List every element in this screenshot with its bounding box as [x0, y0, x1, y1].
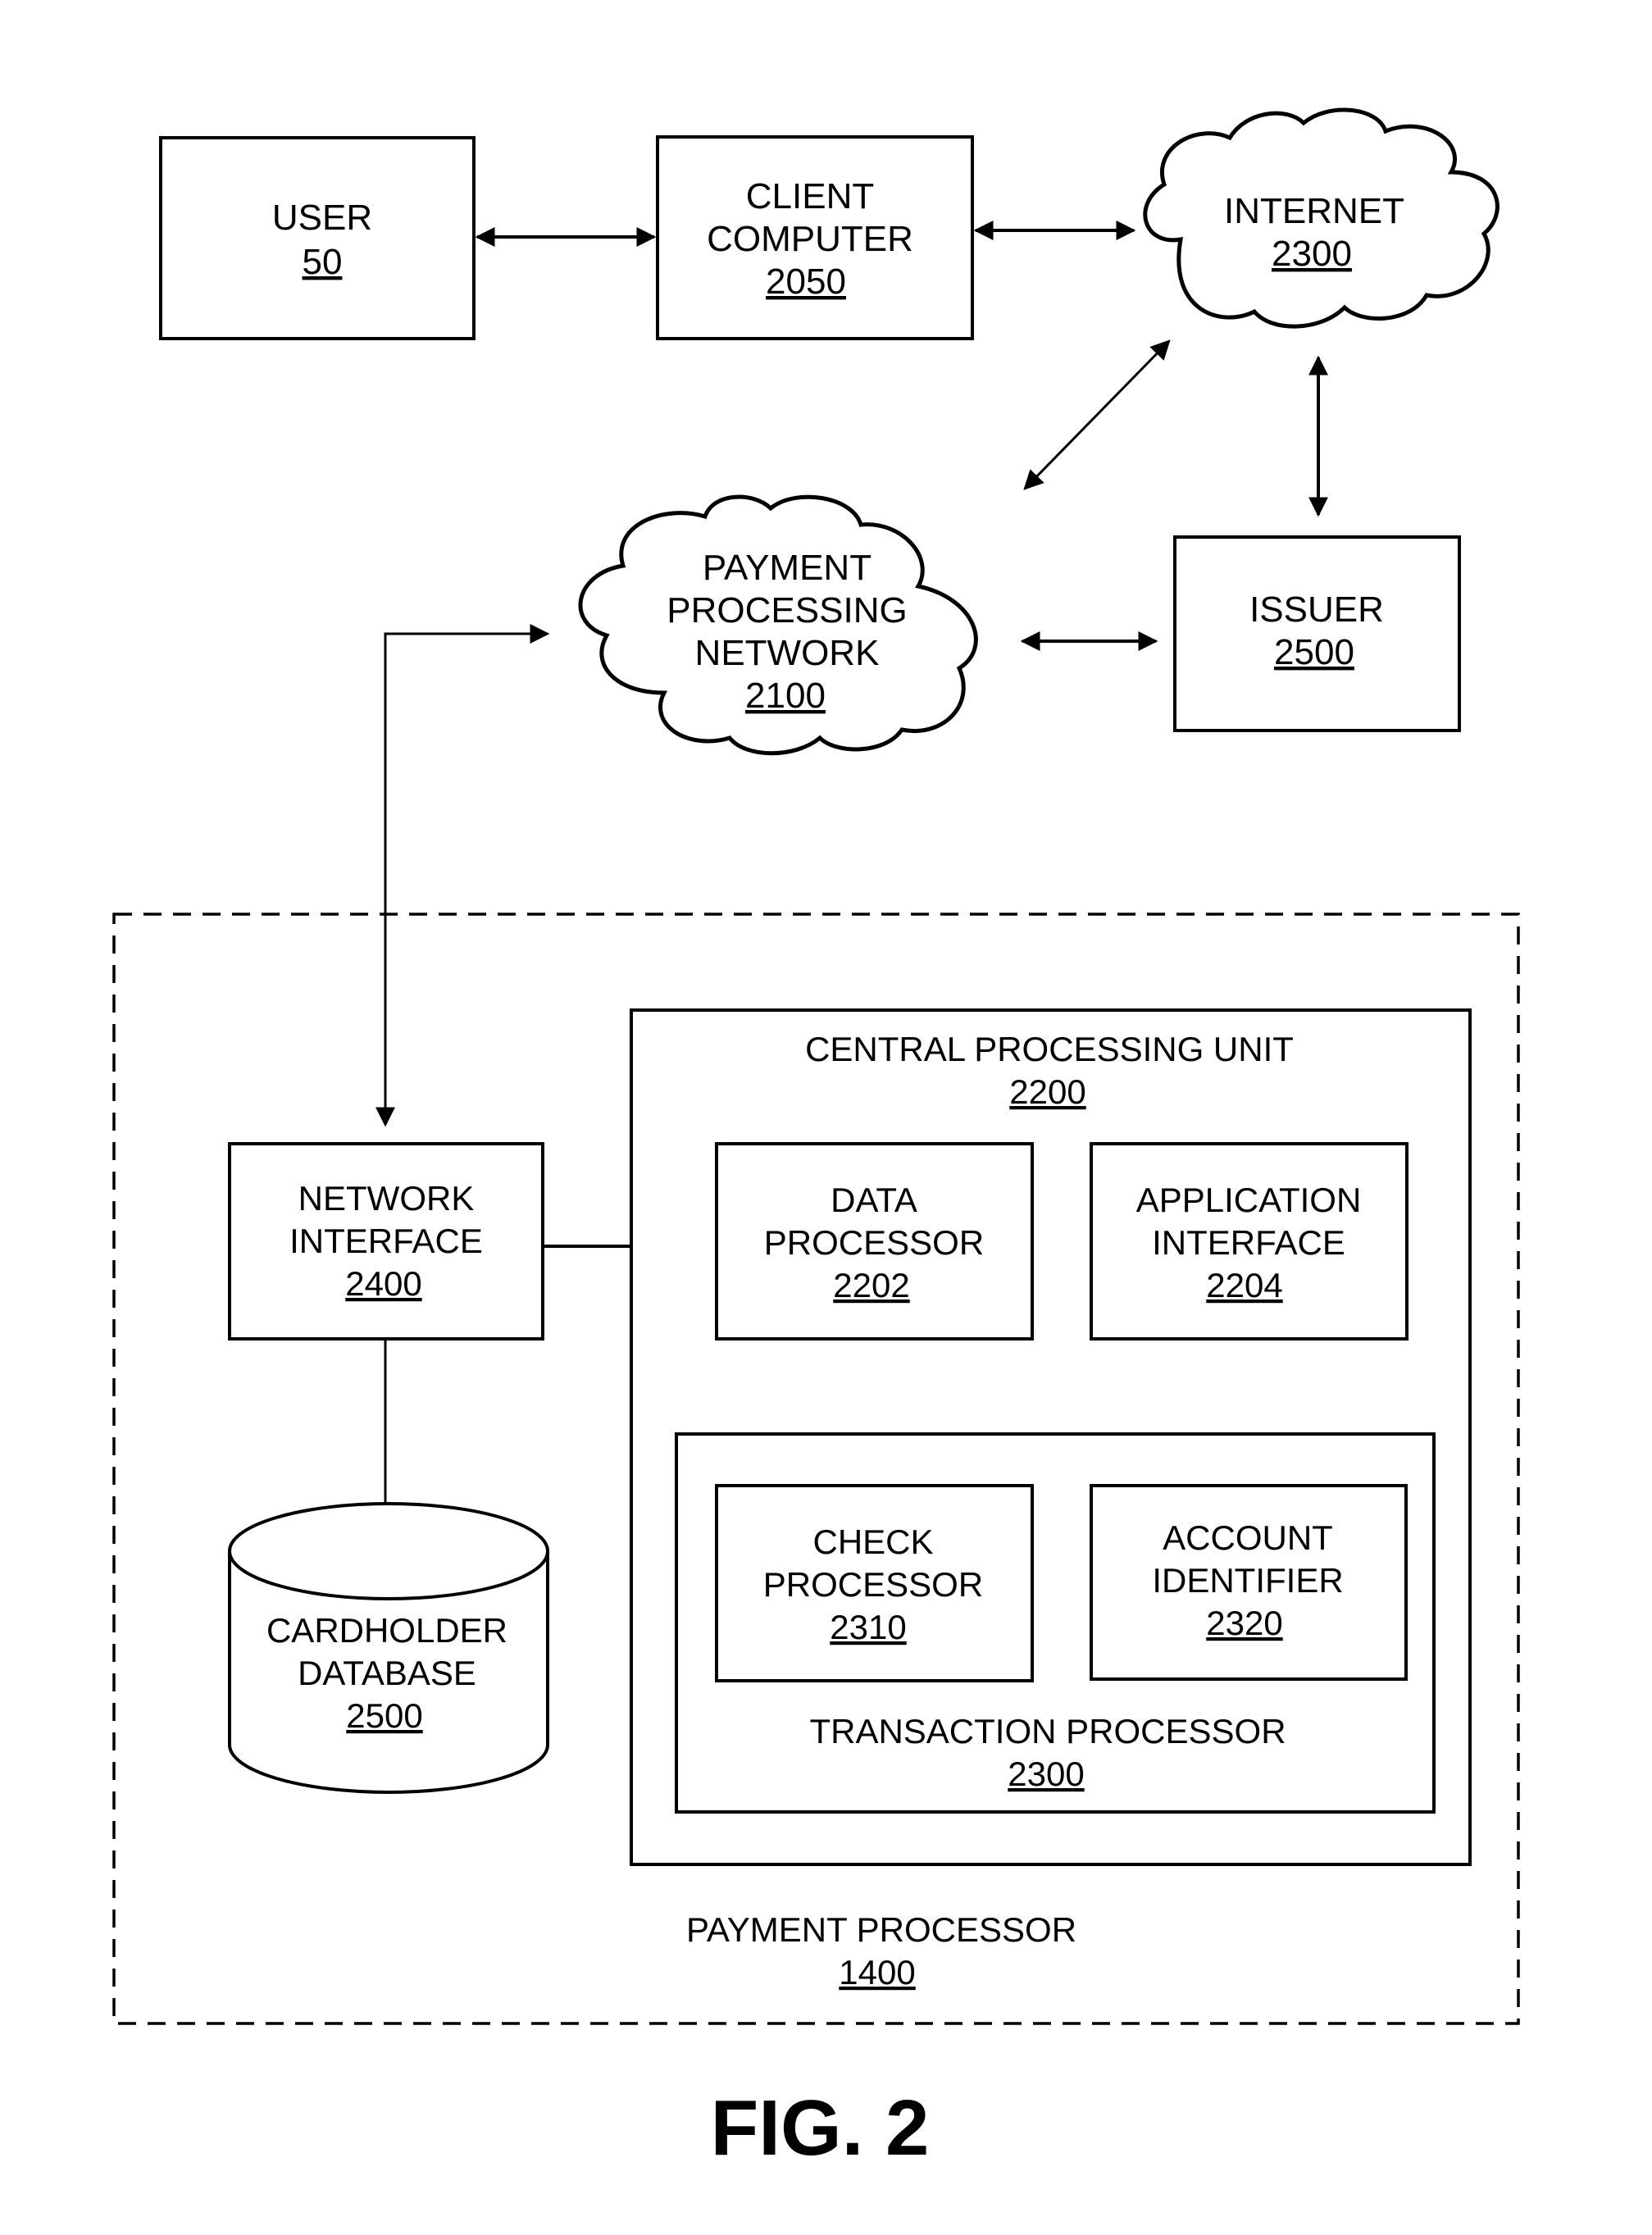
- payment-network-label-2: PROCESSING: [667, 590, 907, 630]
- check-processor-label-2: PROCESSOR: [763, 1565, 983, 1604]
- payment-processing-network-cloud: PAYMENT PROCESSING NETWORK 2100: [578, 494, 978, 756]
- client-computer-node: CLIENT COMPUTER 2050: [656, 135, 974, 340]
- cpu-label: CENTRAL PROCESSING UNIT: [805, 1030, 1294, 1068]
- data-processor-label-2: PROCESSOR: [764, 1223, 984, 1262]
- user-node: USER 50: [159, 136, 476, 340]
- application-interface-label-1: APPLICATION: [1136, 1181, 1362, 1219]
- internet-label: INTERNET: [1224, 191, 1404, 231]
- client-computer-label-1: CLIENT: [746, 176, 874, 216]
- arrow-internet-payment-network: [1023, 339, 1171, 490]
- transaction-processor-ref: 2300: [1008, 1755, 1084, 1793]
- application-interface-node: APPLICATION INTERFACE 2204: [1090, 1142, 1409, 1341]
- cardholder-database-label-1: CARDHOLDER: [266, 1611, 507, 1650]
- issuer-label: ISSUER: [1249, 589, 1384, 630]
- client-computer-ref: 2050: [766, 262, 846, 302]
- issuer-node: ISSUER 2500: [1173, 535, 1461, 732]
- network-interface-label-1: NETWORK: [298, 1179, 475, 1218]
- payment-processor-label: PAYMENT PROCESSOR: [686, 1910, 1076, 1949]
- client-computer-label-2: COMPUTER: [707, 219, 913, 259]
- payment-processor-ref: 1400: [839, 1953, 915, 1991]
- network-interface-node: NETWORK INTERFACE 2400: [228, 1142, 544, 1341]
- data-processor-node: DATA PROCESSOR 2202: [715, 1142, 1034, 1341]
- cpu-ref: 2200: [1009, 1072, 1085, 1111]
- application-interface-label-2: INTERFACE: [1152, 1223, 1345, 1262]
- user-ref: 50: [303, 242, 343, 282]
- account-identifier-label-1: ACCOUNT: [1163, 1518, 1333, 1557]
- arrow-payment-network-network-interface: [375, 624, 550, 1127]
- application-interface-ref: 2204: [1206, 1266, 1282, 1304]
- account-identifier-label-2: IDENTIFIER: [1152, 1561, 1343, 1600]
- data-processor-label-1: DATA: [831, 1181, 917, 1219]
- cardholder-database-node: CARDHOLDER DATABASE 2500: [228, 1502, 549, 1794]
- figure-caption: FIG. 2: [711, 2084, 930, 2172]
- internet-ref: 2300: [1272, 234, 1352, 274]
- payment-network-label-3: NETWORK: [695, 633, 880, 673]
- cardholder-database-ref: 2500: [346, 1696, 422, 1735]
- network-interface-label-2: INTERFACE: [289, 1222, 483, 1260]
- account-identifier-ref: 2320: [1206, 1604, 1282, 1642]
- block-diagram: USER 50 CLIENT COMPUTER 2050 INTERNET 23…: [112, 107, 1520, 2172]
- issuer-ref: 2500: [1274, 632, 1354, 672]
- check-processor-node: CHECK PROCESSOR 2310: [715, 1484, 1034, 1682]
- data-processor-ref: 2202: [833, 1266, 909, 1304]
- internet-cloud: INTERNET 2300: [1143, 107, 1500, 329]
- cardholder-database-label-2: DATABASE: [298, 1654, 476, 1692]
- check-processor-ref: 2310: [830, 1608, 906, 1646]
- account-identifier-node: ACCOUNT IDENTIFIER 2320: [1090, 1484, 1408, 1681]
- payment-network-ref: 2100: [745, 676, 826, 716]
- network-interface-ref: 2400: [345, 1264, 421, 1303]
- transaction-processor-label: TRANSACTION PROCESSOR: [809, 1712, 1286, 1750]
- user-label: USER: [272, 198, 372, 238]
- payment-network-label-1: PAYMENT: [703, 548, 872, 588]
- check-processor-label-1: CHECK: [812, 1523, 933, 1561]
